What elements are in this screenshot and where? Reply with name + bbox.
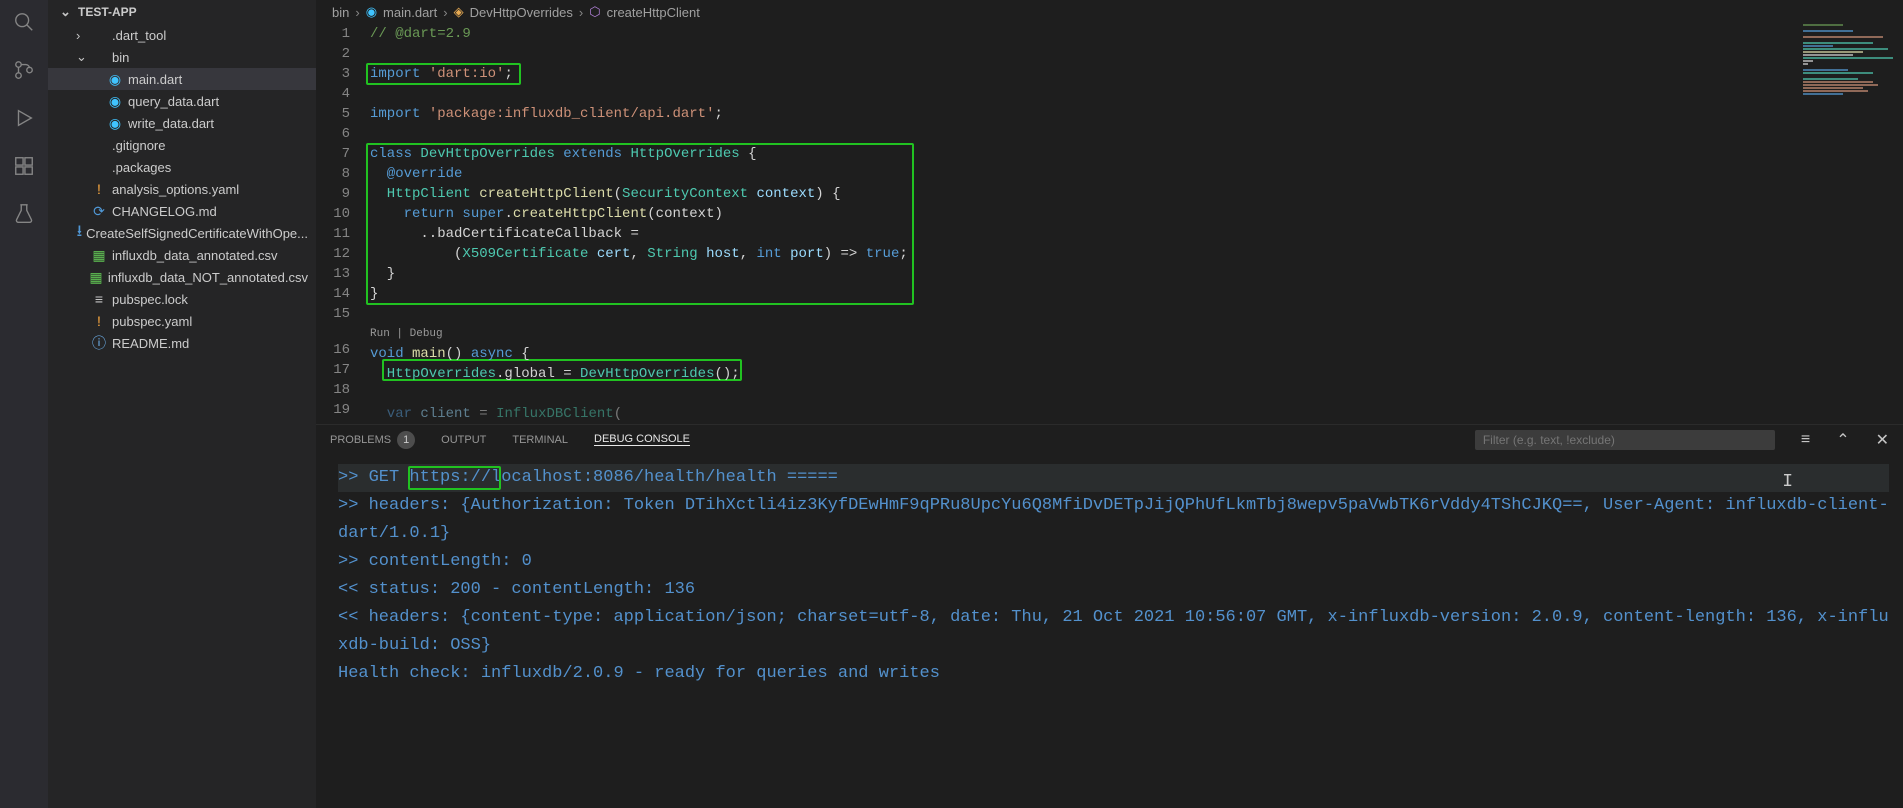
- chevron-right-icon: ›: [443, 5, 447, 20]
- file-tree-item[interactable]: ◉main.dart: [48, 68, 316, 90]
- file-tree-item[interactable]: ⟳CHANGELOG.md: [48, 200, 316, 222]
- file-tree-item[interactable]: !analysis_options.yaml: [48, 178, 316, 200]
- tab-debug-console[interactable]: DEBUG CONSOLE: [594, 433, 690, 446]
- editor-area: bin › ◉ main.dart › ◈ DevHttpOverrides ›…: [316, 0, 1903, 808]
- testing-icon[interactable]: [12, 202, 36, 226]
- extensions-icon[interactable]: [12, 154, 36, 178]
- file-tree-item[interactable]: ⓘREADME.md: [48, 332, 316, 354]
- file-tree-item[interactable]: .packages: [48, 156, 316, 178]
- tab-problems[interactable]: PROBLEMS 1: [330, 431, 415, 449]
- close-panel-icon[interactable]: ✕: [1876, 430, 1889, 450]
- minimap[interactable]: [1803, 24, 1903, 424]
- dart-icon: ◉: [366, 4, 377, 20]
- file-tree-item[interactable]: ≡pubspec.lock: [48, 288, 316, 310]
- sidebar-root[interactable]: ⌄ TEST-APP: [48, 0, 316, 24]
- file-tree-item[interactable]: ▦influxdb_data_NOT_annotated.csv: [48, 266, 316, 288]
- file-tree-item[interactable]: ›.dart_tool: [48, 24, 316, 46]
- gutter: 123 456 789 101112 131415 161718 19: [316, 24, 370, 424]
- method-icon: ⬡: [589, 4, 600, 20]
- text-cursor-icon: I: [1782, 468, 1793, 496]
- tab-output[interactable]: OUTPUT: [441, 434, 486, 446]
- file-tree-item[interactable]: ⭳CreateSelfSignedCertificateWithOpe...: [48, 222, 316, 244]
- panel-tabs: PROBLEMS 1 OUTPUT TERMINAL DEBUG CONSOLE…: [316, 424, 1903, 454]
- chevron-down-icon: ⌄: [60, 4, 74, 20]
- file-tree-item[interactable]: ◉query_data.dart: [48, 90, 316, 112]
- run-icon[interactable]: [12, 106, 36, 130]
- collapse-icon[interactable]: ⌃: [1836, 430, 1849, 450]
- class-icon: ◈: [454, 4, 464, 20]
- file-tree-item[interactable]: ⌄bin: [48, 46, 316, 68]
- sidebar: ⌄ TEST-APP ›.dart_tool⌄bin◉main.dart◉que…: [48, 0, 316, 808]
- tab-terminal[interactable]: TERMINAL: [512, 434, 568, 446]
- breadcrumb[interactable]: bin › ◉ main.dart › ◈ DevHttpOverrides ›…: [316, 0, 1903, 24]
- code-editor[interactable]: 123 456 789 101112 131415 161718 19 // @…: [316, 24, 1903, 424]
- activity-bar: [0, 0, 48, 808]
- word-wrap-icon[interactable]: ≡: [1801, 431, 1810, 449]
- chevron-right-icon: ›: [579, 5, 583, 20]
- file-tree-item[interactable]: !pubspec.yaml: [48, 310, 316, 332]
- search-icon[interactable]: [12, 10, 36, 34]
- chevron-right-icon: ›: [355, 5, 359, 20]
- file-tree-item[interactable]: ◉write_data.dart: [48, 112, 316, 134]
- problems-count-badge: 1: [397, 431, 415, 449]
- file-tree-item[interactable]: .gitignore: [48, 134, 316, 156]
- file-tree-item[interactable]: ▦influxdb_data_annotated.csv: [48, 244, 316, 266]
- debug-console[interactable]: >> GET https://localhost:8086/health/hea…: [316, 454, 1903, 808]
- source-control-icon[interactable]: [12, 58, 36, 82]
- filter-input[interactable]: [1475, 430, 1775, 450]
- codelens-run-debug[interactable]: Run | Debug: [370, 324, 908, 344]
